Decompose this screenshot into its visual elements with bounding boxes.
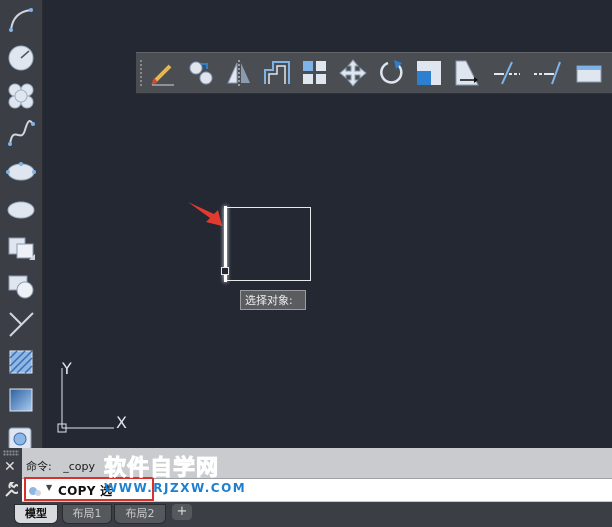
layout-tabbar: 模型 布局1 布局2 + [0,502,612,527]
rotate-icon[interactable] [374,57,408,89]
tab-model[interactable]: 模型 [14,504,58,524]
draw-toolbar [0,0,43,451]
toolbar-grip[interactable] [139,59,143,87]
ellipse-icon[interactable] [3,154,39,190]
spline-icon[interactable] [3,116,39,152]
move-icon[interactable] [336,57,370,89]
ucs-x-label: X [116,413,127,432]
selected-rectangle[interactable] [224,206,311,282]
add-layout-button[interactable]: + [172,504,192,520]
ucs-icon: Y X [57,359,127,433]
command-line-sidebar: ✕ [0,448,22,502]
wrench-icon[interactable] [4,482,18,498]
revision-cloud-icon[interactable] [3,78,39,114]
watermark-url: WWW.RJZXW.COM [104,481,247,495]
arc-icon[interactable] [3,2,39,38]
close-icon[interactable]: ✕ [4,460,16,474]
red-arrow-icon [188,202,222,226]
command-prompt-label: 命令: [26,460,52,473]
select-objects-tooltip: 选择对象: [240,290,306,310]
extend-icon[interactable] [530,57,564,89]
tab-layout1[interactable]: 布局1 [62,504,112,524]
ucs-y-label: Y [61,359,72,378]
hatch-icon[interactable] [3,344,39,380]
erase-icon[interactable] [146,57,180,89]
command-history-value: _copy [63,460,95,473]
ellipse-arc-icon[interactable] [3,192,39,228]
circle-icon[interactable] [3,40,39,76]
insert-block-icon[interactable] [3,230,39,266]
command-history: 命令: _copy [26,458,103,474]
modify-toolbar [136,52,612,94]
make-block-icon[interactable] [3,268,39,304]
line-icon[interactable] [3,306,39,342]
trim-icon[interactable] [490,57,524,89]
watermark-chinese: 软件自学网 [103,456,220,482]
scale-icon[interactable] [412,57,446,89]
tab-layout2[interactable]: 布局2 [114,504,166,524]
command-grip[interactable] [3,450,19,456]
copy-icon[interactable] [184,57,218,89]
break-icon[interactable] [572,57,606,89]
array-icon[interactable] [298,57,332,89]
offset-icon[interactable] [260,57,294,89]
mirror-icon[interactable] [222,57,256,89]
autocad-window: 选择对象: Y X ✕ 命令: _copy ▼ COPY 选 软件自学网 WWW… [0,0,612,527]
gradient-icon[interactable] [3,382,39,418]
stretch-icon[interactable] [450,57,484,89]
pickbox-cursor [221,267,229,275]
